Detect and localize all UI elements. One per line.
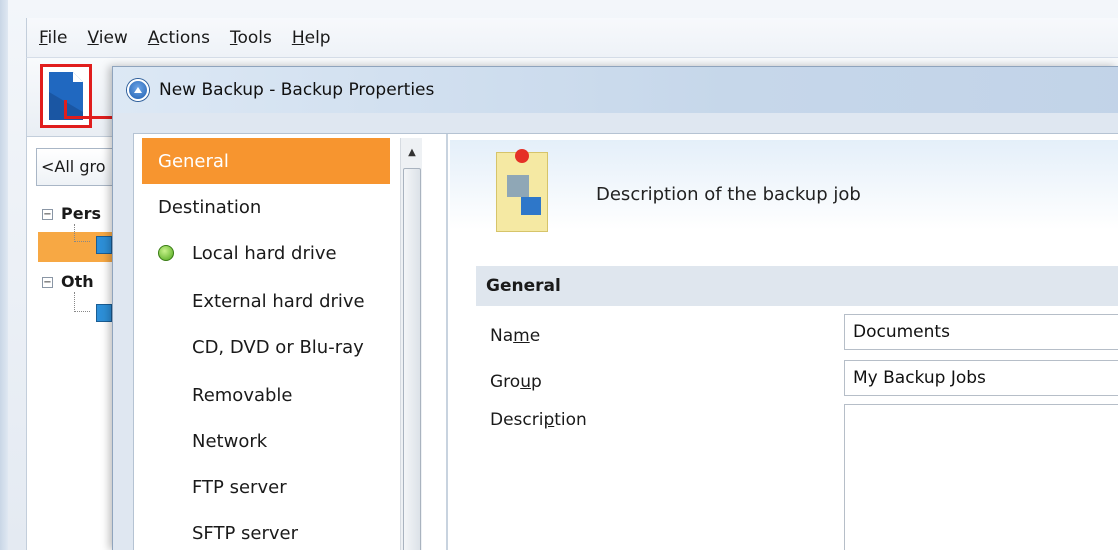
collapse-icon[interactable]: − (42, 209, 53, 220)
general-properties-pane: Description of the backup job General Na… (450, 140, 1118, 550)
backup-job-icon (96, 236, 112, 254)
menu-tools[interactable]: Tools (220, 28, 282, 48)
properties-nav: General Destination Local hard drive Ext… (142, 138, 422, 550)
pane-description: Description of the backup job (596, 184, 861, 205)
nav-removable[interactable]: Removable (142, 372, 390, 418)
nav-local-hard-drive[interactable]: Local hard drive (142, 230, 390, 276)
status-green-dot-icon (158, 245, 174, 261)
dialog-titlebar[interactable]: New Backup - Backup Properties (113, 67, 1118, 113)
menu-actions[interactable]: Actions (138, 28, 220, 48)
dialog-title: New Backup - Backup Properties (159, 80, 435, 100)
description-label: Description (490, 410, 587, 430)
window-border (0, 0, 8, 550)
name-field[interactable] (844, 314, 1118, 350)
backup-properties-icon (127, 79, 149, 101)
group-field[interactable] (844, 360, 1118, 396)
backup-properties-dialog: New Backup - Backup Properties General D… (112, 66, 1118, 550)
tree-connector (74, 224, 90, 242)
nav-scrollbar[interactable]: ▲ (400, 138, 422, 550)
backup-job-icon (96, 304, 112, 322)
pane-divider (446, 134, 448, 550)
backup-tree-panel (26, 136, 116, 550)
nav-cd-dvd-bluray[interactable]: CD, DVD or Blu-ray (142, 324, 390, 370)
scroll-up-icon[interactable]: ▲ (401, 142, 423, 164)
note-pin-icon (496, 149, 548, 232)
menu-bar: File View Actions Tools Help (26, 18, 1118, 58)
menu-view[interactable]: View (77, 28, 137, 48)
description-field[interactable] (844, 404, 1118, 550)
dialog-body: General Destination Local hard drive Ext… (133, 133, 1118, 550)
group-filter-dropdown[interactable]: <All gro (36, 148, 120, 186)
name-label: Name (490, 326, 541, 346)
nav-general[interactable]: General (142, 138, 390, 184)
nav-external-hard-drive[interactable]: External hard drive (142, 278, 390, 324)
tree-group-personal[interactable]: − Pers (42, 204, 114, 223)
nav-destination[interactable]: Destination (142, 184, 390, 230)
scrollbar-thumb[interactable] (403, 168, 421, 550)
group-label: Group (490, 372, 542, 392)
menu-help[interactable]: Help (282, 28, 341, 48)
tree-group-other[interactable]: − Oth (42, 272, 114, 291)
tree-connector (74, 292, 90, 312)
collapse-icon[interactable]: − (42, 277, 53, 288)
nav-sftp-server[interactable]: SFTP server (142, 510, 390, 550)
nav-network[interactable]: Network (142, 418, 390, 464)
nav-ftp-server[interactable]: FTP server (142, 464, 390, 510)
menu-file[interactable]: File (27, 28, 77, 48)
section-header-general: General (476, 266, 1118, 306)
